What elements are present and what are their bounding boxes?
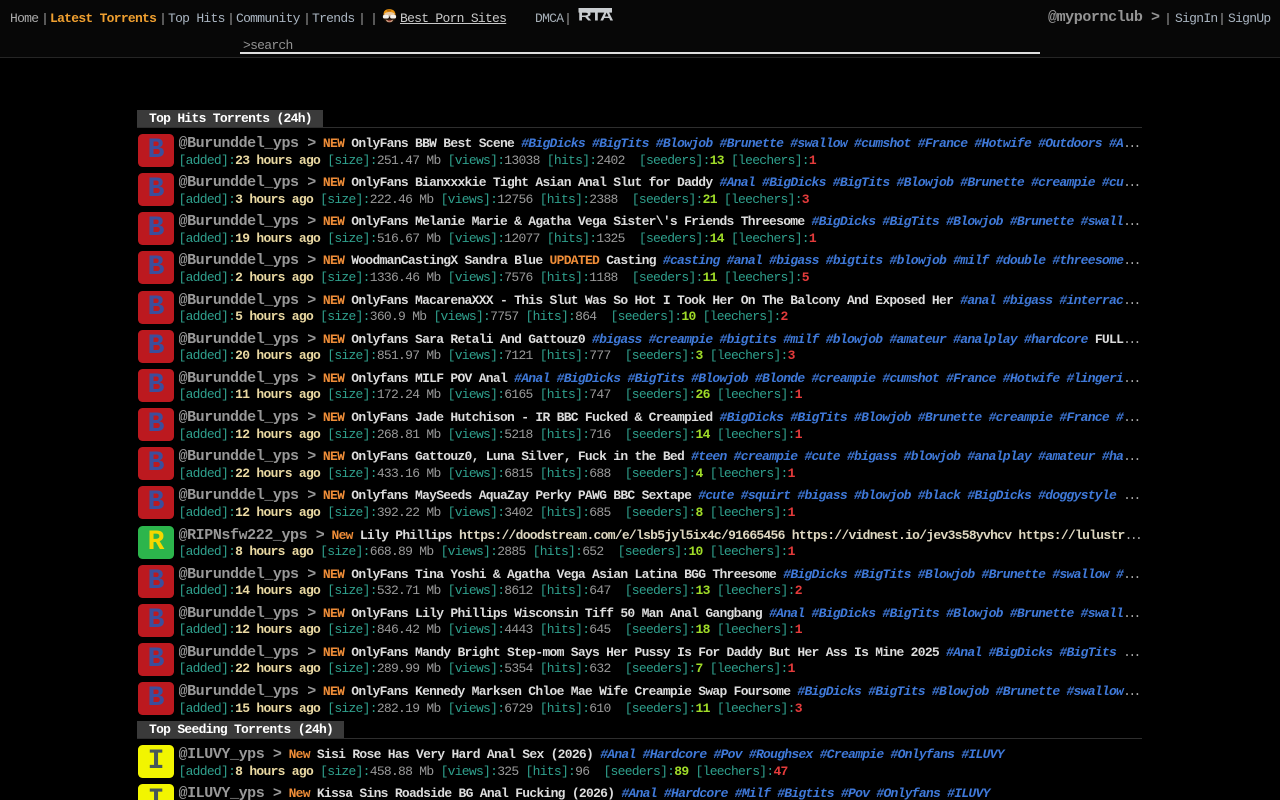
svg-text:RTA: RTA xyxy=(578,8,613,22)
